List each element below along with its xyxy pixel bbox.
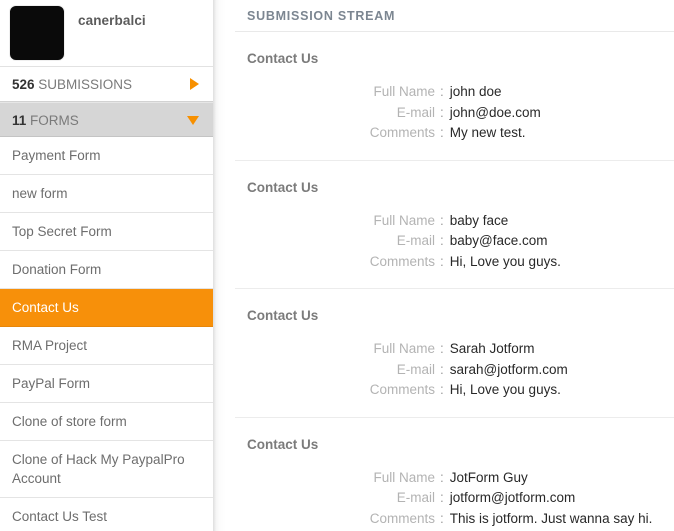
submission-form-title: Contact Us (235, 308, 674, 323)
submission-field-full-name: Full Name : john doe (235, 82, 674, 103)
sidebar-item-paypal-form[interactable]: PayPal Form (0, 365, 213, 403)
forms-label: FORMS (30, 113, 79, 128)
field-label: Comments (235, 252, 440, 273)
sidebar: canerbalci 526 SUBMISSIONS 11 FORMS Paym… (0, 0, 213, 531)
submission-field-comments: Comments : Hi, Love you guys. (235, 380, 674, 401)
field-separator: : (440, 509, 450, 530)
field-label: Full Name (235, 468, 440, 489)
field-label: E-mail (235, 488, 440, 509)
field-label: E-mail (235, 231, 440, 252)
main-panel: SUBMISSION STREAM Contact Us Full Name :… (235, 0, 674, 531)
sidebar-counter-forms[interactable]: 11 FORMS (0, 102, 213, 137)
submission-item[interactable]: Contact Us Full Name : john doe E-mail :… (235, 32, 674, 161)
page-title: SUBMISSION STREAM (235, 0, 674, 32)
field-value: baby@face.com (450, 231, 674, 252)
field-separator: : (440, 231, 450, 252)
field-separator: : (440, 380, 450, 401)
submission-field-comments: Comments : This is jotform. Just wanna s… (235, 509, 674, 530)
avatar[interactable] (9, 5, 65, 61)
submissions-count: 526 (12, 77, 35, 92)
submission-field-email: E-mail : jotform@jotform.com (235, 488, 674, 509)
sidebar-item-clone-of-hack-my-paypalpro-account[interactable]: Clone of Hack My PaypalPro Account (0, 441, 213, 498)
field-separator: : (440, 488, 450, 509)
submission-form-title: Contact Us (235, 180, 674, 195)
field-label: Comments (235, 123, 440, 144)
field-value: sarah@jotform.com (450, 360, 674, 381)
submission-field-comments: Comments : My new test. (235, 123, 674, 144)
submission-field-full-name: Full Name : JotForm Guy (235, 468, 674, 489)
field-label: Full Name (235, 211, 440, 232)
sidebar-counter-submissions[interactable]: 526 SUBMISSIONS (0, 67, 213, 102)
field-value: Sarah Jotform (450, 339, 674, 360)
field-value: Hi, Love you guys. (450, 380, 674, 401)
sidebar-divider-shadow (213, 0, 235, 531)
field-value: jotform@jotform.com (450, 488, 674, 509)
field-value: JotForm Guy (450, 468, 674, 489)
triangle-right-icon[interactable] (190, 78, 199, 90)
submission-form-title: Contact Us (235, 51, 674, 66)
field-value: This is jotform. Just wanna say hi. (450, 509, 674, 530)
submission-stream-app: canerbalci 526 SUBMISSIONS 11 FORMS Paym… (0, 0, 674, 531)
field-value: Hi, Love you guys. (450, 252, 674, 273)
field-separator: : (440, 123, 450, 144)
submissions-label: SUBMISSIONS (38, 77, 132, 92)
field-separator: : (440, 103, 450, 124)
submission-field-full-name: Full Name : baby face (235, 211, 674, 232)
submission-item[interactable]: Contact Us Full Name : Sarah Jotform E-m… (235, 289, 674, 418)
sidebar-item-new-form[interactable]: new form (0, 175, 213, 213)
sidebar-item-rma-project[interactable]: RMA Project (0, 327, 213, 365)
submission-field-email: E-mail : baby@face.com (235, 231, 674, 252)
field-value: baby face (450, 211, 674, 232)
sidebar-item-top-secret-form[interactable]: Top Secret Form (0, 213, 213, 251)
sidebar-item-contact-us[interactable]: Contact Us (0, 289, 213, 327)
submission-field-comments: Comments : Hi, Love you guys. (235, 252, 674, 273)
field-separator: : (440, 339, 450, 360)
field-separator: : (440, 252, 450, 273)
forms-count: 11 (12, 113, 26, 128)
submission-field-full-name: Full Name : Sarah Jotform (235, 339, 674, 360)
field-label: Full Name (235, 339, 440, 360)
field-value: john@doe.com (450, 103, 674, 124)
field-label: Comments (235, 509, 440, 530)
field-separator: : (440, 360, 450, 381)
submission-form-title: Contact Us (235, 437, 674, 452)
field-label: E-mail (235, 360, 440, 381)
submission-field-email: E-mail : john@doe.com (235, 103, 674, 124)
field-label: Full Name (235, 82, 440, 103)
submission-item[interactable]: Contact Us Full Name : JotForm Guy E-mai… (235, 418, 674, 531)
username-label: canerbalci (78, 13, 146, 28)
profile-header: canerbalci (0, 0, 213, 67)
field-value: john doe (450, 82, 674, 103)
form-list: Payment Form new form Top Secret Form Do… (0, 137, 213, 531)
field-value: My new test. (450, 123, 674, 144)
sidebar-item-donation-form[interactable]: Donation Form (0, 251, 213, 289)
field-label: Comments (235, 380, 440, 401)
triangle-down-icon[interactable] (187, 116, 199, 125)
submission-field-email: E-mail : sarah@jotform.com (235, 360, 674, 381)
field-separator: : (440, 82, 450, 103)
sidebar-item-contact-us-test[interactable]: Contact Us Test (0, 498, 213, 531)
sidebar-item-clone-of-store-form[interactable]: Clone of store form (0, 403, 213, 441)
submission-item[interactable]: Contact Us Full Name : baby face E-mail … (235, 161, 674, 290)
field-label: E-mail (235, 103, 440, 124)
sidebar-item-payment-form[interactable]: Payment Form (0, 137, 213, 175)
field-separator: : (440, 468, 450, 489)
field-separator: : (440, 211, 450, 232)
